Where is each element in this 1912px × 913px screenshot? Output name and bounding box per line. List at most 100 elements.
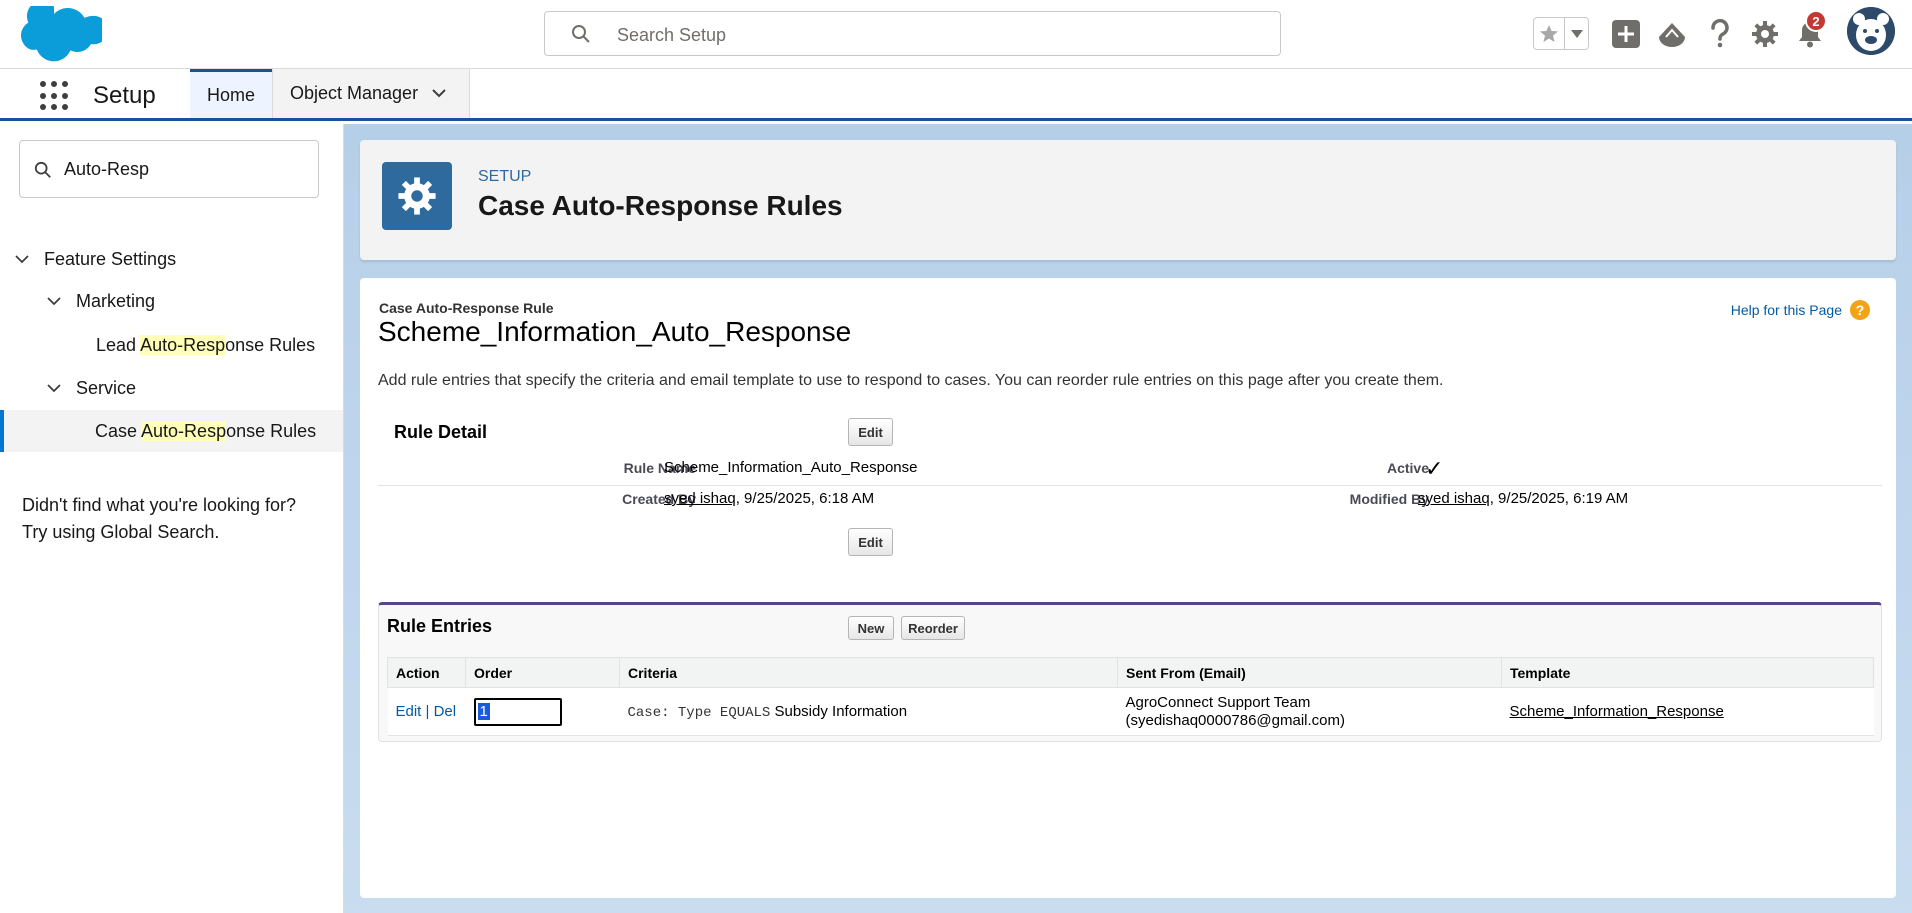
tree-label-case-auto-response-rules: Case Auto-Response Rules	[95, 420, 317, 442]
order-input[interactable]: 1	[473, 697, 562, 726]
search-icon	[34, 161, 51, 178]
app-launcher-waffle-icon[interactable]	[40, 81, 70, 111]
action-cell: Edit | Del	[387, 687, 466, 736]
setup-gear-icon	[382, 162, 452, 230]
created-by-date: , 9/25/2025, 6:18 AM	[735, 490, 875, 507]
global-search-hint: Didn't find what you're looking for? Try…	[22, 492, 296, 546]
edit-button-bottom[interactable]: Edit	[848, 528, 893, 556]
modified-by-user-link[interactable]: syed ishaq	[1418, 490, 1490, 507]
column-header-order: Order	[465, 657, 620, 688]
add-icon[interactable]	[1609, 17, 1643, 51]
quick-find-value: Auto-Resp	[64, 159, 150, 179]
table-row: Edit | Del 1 Case: Type EQUALS Subsidy I…	[387, 687, 1874, 736]
hint-line-1: Didn't find what you're looking for?	[22, 495, 297, 515]
edit-button-top[interactable]: Edit	[848, 418, 893, 446]
action-separator: |	[421, 703, 434, 720]
chevron-down-icon	[47, 384, 61, 393]
criteria-cell: Case: Type EQUALS Subsidy Information	[619, 687, 1118, 736]
page-title: Case Auto-Response Rules	[478, 190, 843, 221]
new-entry-button[interactable]: New	[848, 616, 894, 640]
record-title: Scheme_Information_Auto_Response	[378, 316, 852, 347]
active-label: Active	[1386, 460, 1429, 476]
sent-from-name: AgroConnect Support Team	[1125, 693, 1311, 711]
created-by-value: syed ishaq, 9/25/2025, 6:18 AM	[664, 490, 874, 507]
created-by-user-link[interactable]: syed ishaq	[664, 490, 736, 507]
help-link-label: Help for this Page	[1730, 302, 1842, 318]
rule-detail-heading: Rule Detail	[394, 422, 488, 442]
criteria-value: Subsidy Information	[770, 702, 908, 720]
breadcrumb[interactable]: SETUP	[478, 168, 531, 186]
tree-item-case-auto-response-rules[interactable]: Case Auto-Response Rules	[0, 410, 343, 452]
rule-entries-table: Action Order Criteria Sent From (Email) …	[387, 657, 1874, 736]
global-header: Search Setup 2	[0, 0, 1912, 69]
setup-gear-icon[interactable]	[1748, 17, 1782, 51]
column-header-criteria: Criteria	[619, 657, 1118, 688]
search-highlight: Auto-Resp	[140, 334, 226, 355]
modified-by-date: , 9/25/2025, 6:19 AM	[1489, 490, 1629, 507]
edit-entry-link[interactable]: Edit	[396, 703, 422, 720]
template-link[interactable]: Scheme_Information_Response	[1510, 703, 1724, 720]
trailhead-icon[interactable]	[1655, 17, 1689, 51]
rule-name-value: Scheme_Information_Auto_Response	[664, 459, 918, 476]
chevron-down-icon	[15, 255, 29, 264]
setup-tree-sidebar: Auto-Resp Feature Settings Marketing Lea…	[0, 124, 344, 913]
modified-by-label: Modified By	[1349, 491, 1429, 507]
reorder-button[interactable]: Reorder	[901, 616, 965, 640]
tree-label-feature-settings: Feature Settings	[44, 248, 177, 269]
label-part: onse Rules	[226, 420, 317, 441]
rule-entries-section: Rule Entries New Reorder Action Order Cr…	[378, 602, 1882, 742]
global-search-box[interactable]: Search Setup	[544, 11, 1281, 56]
column-header-template: Template	[1501, 657, 1874, 688]
quick-find-input[interactable]: Auto-Resp	[19, 140, 319, 198]
chevron-down-icon[interactable]	[432, 89, 446, 98]
tree-item-lead-auto-response-rules[interactable]: Lead Auto-Response Rules	[0, 324, 343, 366]
table-header-row: Action Order Criteria Sent From (Email) …	[387, 657, 1874, 688]
template-cell: Scheme_Information_Response	[1501, 687, 1874, 736]
notification-badge: 2	[1805, 10, 1827, 32]
salesforce-logo[interactable]	[20, 6, 102, 62]
rule-entries-heading: Rule Entries	[387, 616, 493, 636]
context-bar: Setup Home Object Manager	[0, 69, 1912, 121]
help-icon: ?	[1850, 300, 1870, 320]
tree-label-marketing: Marketing	[76, 290, 156, 311]
tab-home-label: Home	[206, 84, 255, 105]
page-description: Add rule entries that specify the criter…	[378, 372, 1444, 389]
favorites-dropdown-chevron-down-icon[interactable]	[1565, 18, 1588, 49]
main-content: SETUP Case Auto-Response Rules Case Auto…	[344, 124, 1912, 913]
help-icon[interactable]	[1703, 17, 1737, 51]
delete-entry-link[interactable]: Del	[434, 703, 457, 720]
order-value: 1	[477, 703, 490, 720]
row-divider	[378, 485, 1882, 486]
detail-card: Case Auto-Response Rule Scheme_Informati…	[360, 278, 1896, 898]
record-type-label: Case Auto-Response Rule	[379, 300, 554, 316]
search-icon	[572, 25, 590, 43]
order-cell: 1	[465, 687, 620, 736]
column-header-action: Action	[387, 657, 466, 688]
search-placeholder: Search Setup	[617, 25, 727, 45]
label-part: onse Rules	[225, 334, 316, 355]
hint-line-2: Try using Global Search.	[22, 522, 220, 542]
modified-by-value: syed ishaq, 9/25/2025, 6:19 AM	[1418, 490, 1628, 507]
tree-label-lead-auto-response-rules: Lead Auto-Response Rules	[96, 334, 316, 356]
active-checkmark: ✓	[1425, 456, 1444, 481]
search-highlight: Auto-Resp	[141, 420, 227, 441]
label-part: Case	[95, 420, 142, 441]
tab-object-manager[interactable]: Object Manager	[272, 69, 470, 118]
app-name: Setup	[93, 82, 156, 109]
tree-item-marketing[interactable]: Marketing	[0, 280, 343, 322]
tree-label-service: Service	[76, 377, 137, 398]
tab-home[interactable]: Home	[190, 69, 272, 118]
label-part: Lead	[96, 334, 141, 355]
sent-from-email: (syedishaq0000786@gmail.com)	[1125, 711, 1346, 729]
tree-item-feature-settings[interactable]: Feature Settings	[0, 238, 343, 280]
chevron-down-icon	[47, 297, 61, 306]
tree-item-service[interactable]: Service	[0, 367, 343, 409]
sent-from-cell: AgroConnect Support Team (syedishaq00007…	[1117, 687, 1502, 736]
avatar[interactable]	[1847, 7, 1895, 55]
criteria-field: Case: Type EQUALS	[627, 704, 771, 721]
favorites-star-icon[interactable]	[1534, 18, 1565, 49]
tab-object-manager-label: Object Manager	[290, 83, 419, 103]
page-header: SETUP Case Auto-Response Rules	[360, 140, 1896, 260]
help-for-page-link[interactable]: Help for this Page ?	[1731, 300, 1870, 320]
column-header-sent-from: Sent From (Email)	[1117, 657, 1502, 688]
